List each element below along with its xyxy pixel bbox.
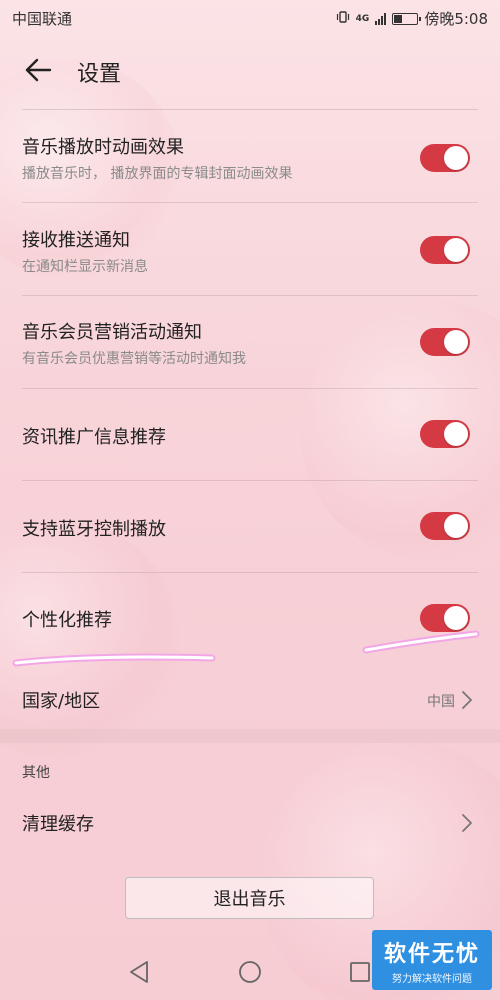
header: 设置 [0, 40, 500, 100]
network-type-badge: 4G [355, 13, 370, 24]
chevron-right-icon [462, 691, 472, 709]
toggle-knob [444, 146, 468, 170]
clock-label: 傍晚5:08 [424, 10, 488, 28]
region-value: 中国 [427, 694, 455, 710]
back-button[interactable] [18, 50, 58, 90]
setting-subtitle: 有音乐会员优惠营销等活动时通知我 [22, 351, 246, 367]
setting-subtitle: 在通知栏显示新消息 [22, 259, 148, 275]
setting-row-membership: 音乐会员营销活动通知 有音乐会员优惠营销等活动时通知我 [0, 296, 500, 389]
toggle-knob [444, 330, 468, 354]
watermark-title: 软件无忧 [383, 941, 480, 967]
setting-row-bluetooth: 支持蓝牙控制播放 [0, 481, 500, 573]
toggle-animation[interactable] [420, 144, 470, 172]
status-bar: 中国联通 4G 傍晚5:08 [0, 0, 500, 34]
setting-row-animation: 音乐播放时动画效果 播放音乐时， 播放界面的专辑封面动画效果 [0, 110, 500, 203]
circle-home-icon[interactable] [235, 957, 265, 987]
setting-title: 接收推送通知 [22, 230, 130, 251]
status-icons: 4G 傍晚5:08 [336, 8, 488, 29]
watermark-subtitle: 努力解决软件问题 [392, 973, 472, 985]
square-recent-icon[interactable] [345, 957, 375, 987]
setting-title: 音乐播放时动画效果 [22, 137, 184, 158]
region-row[interactable]: 国家/地区 中国 [0, 672, 500, 727]
section-label-other: 其他 [22, 765, 50, 781]
toggle-personalized[interactable] [420, 604, 470, 632]
setting-title: 支持蓝牙控制播放 [22, 519, 166, 540]
toggle-knob [444, 238, 468, 262]
region-label: 国家/地区 [22, 691, 101, 712]
setting-title: 音乐会员营销活动通知 [22, 322, 202, 343]
setting-row-push: 接收推送通知 在通知栏显示新消息 [0, 203, 500, 296]
toggle-push[interactable] [420, 236, 470, 264]
watermark-badge: 软件无忧 努力解决软件问题 [372, 930, 492, 990]
vibrate-icon [336, 10, 350, 28]
setting-title: 资讯推广信息推荐 [22, 427, 166, 448]
signal-icon [375, 12, 387, 25]
toggle-promo[interactable] [420, 420, 470, 448]
clear-cache-label: 清理缓存 [22, 814, 94, 835]
battery-icon [392, 12, 422, 25]
setting-title: 个性化推荐 [22, 610, 112, 631]
arrow-left-icon [25, 58, 52, 82]
carrier-label: 中国联通 [12, 10, 73, 28]
toggle-bluetooth[interactable] [420, 512, 470, 540]
toggle-knob [444, 514, 468, 538]
setting-subtitle: 播放音乐时， 播放界面的专辑封面动画效果 [22, 166, 293, 182]
page-title: 设置 [77, 62, 122, 87]
section-separator [0, 729, 500, 743]
toggle-knob [444, 422, 468, 446]
setting-row-promo: 资讯推广信息推荐 [0, 389, 500, 481]
setting-row-personalized: 个性化推荐 [0, 573, 500, 665]
clear-cache-row[interactable]: 清理缓存 [0, 800, 500, 846]
toggle-membership[interactable] [420, 328, 470, 356]
chevron-right-icon [462, 814, 472, 832]
exit-music-button[interactable]: 退出音乐 [125, 877, 374, 919]
toggle-knob [444, 606, 468, 630]
triangle-back-icon[interactable] [125, 957, 155, 987]
